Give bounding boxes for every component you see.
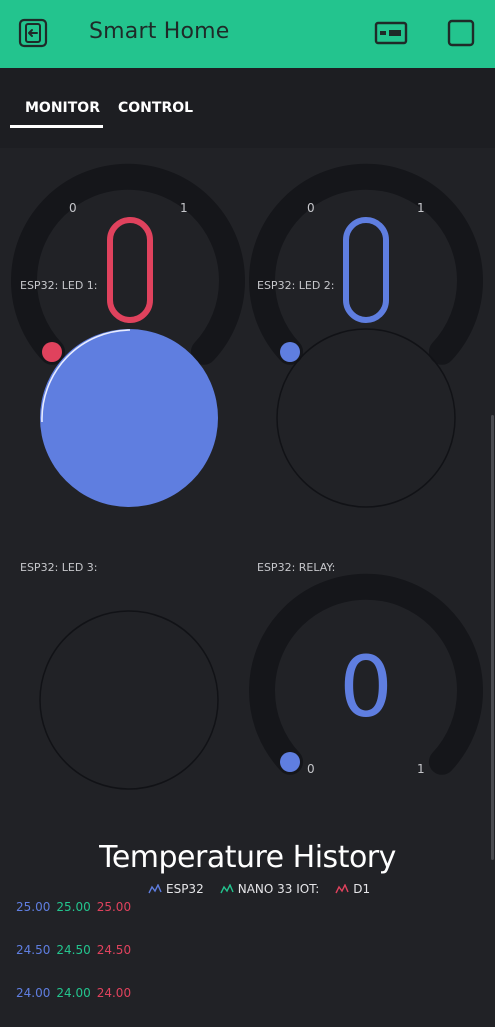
y-tick-nano: 24.50 xyxy=(56,943,91,957)
app-title: Smart Home xyxy=(89,19,230,44)
y-tick-nano: 25.00 xyxy=(56,900,91,914)
relay-value: 0 xyxy=(339,638,393,736)
y-tick-esp32: 25.00 xyxy=(16,900,51,914)
exit-icon[interactable] xyxy=(18,18,48,48)
y-tick-nano: 24.00 xyxy=(56,986,91,1000)
relay-max: 1 xyxy=(417,762,425,776)
chart-title: Temperature History xyxy=(99,840,396,875)
legend-esp32-label: ESP32 xyxy=(166,882,204,896)
relay-label: ESP32: RELAY: xyxy=(257,561,336,574)
y-tick-row: 24.50 24.50 24.50 xyxy=(16,943,131,957)
y-tick-row: 25.00 25.00 25.00 xyxy=(16,900,131,914)
legend-nano[interactable]: NANO 33 IOT: xyxy=(220,882,320,896)
led2-indicator xyxy=(276,328,456,508)
relay-min: 0 xyxy=(307,762,315,776)
gauge-right-max: 1 xyxy=(417,201,425,215)
y-tick-row: 24.00 24.00 24.00 xyxy=(16,986,131,1000)
y-tick-d1: 24.50 xyxy=(96,943,132,957)
led3-label: ESP32: LED 3: xyxy=(20,561,98,574)
app-bar: Smart Home xyxy=(0,0,495,68)
led3-indicator xyxy=(39,610,219,790)
series-line-icon xyxy=(220,884,234,894)
series-line-icon xyxy=(148,884,162,894)
legend-esp32[interactable]: ESP32 xyxy=(148,882,204,896)
device-icon[interactable] xyxy=(374,20,408,46)
y-tick-d1: 24.00 xyxy=(96,986,132,1000)
square-icon[interactable] xyxy=(447,19,475,47)
gauge-left-max: 1 xyxy=(180,201,188,215)
tab-control[interactable]: CONTROL xyxy=(118,100,193,116)
scrollbar[interactable] xyxy=(491,415,494,860)
y-tick-d1: 25.00 xyxy=(96,900,132,914)
y-tick-esp32: 24.00 xyxy=(16,986,51,1000)
tab-bar: MONITOR CONTROL xyxy=(0,68,495,148)
series-line-icon xyxy=(335,884,349,894)
tab-monitor[interactable]: MONITOR xyxy=(25,100,100,116)
y-tick-esp32: 24.50 xyxy=(16,943,51,957)
gauge-left-min: 0 xyxy=(69,201,77,215)
legend-d1[interactable]: D1 xyxy=(335,882,370,896)
chart-legend: ESP32 NANO 33 IOT: D1 xyxy=(148,882,370,896)
active-tab-indicator xyxy=(10,125,103,128)
gauge-right-min: 0 xyxy=(307,201,315,215)
led2-label: ESP32: LED 2: xyxy=(257,279,335,292)
legend-nano-label: NANO 33 IOT: xyxy=(237,882,320,896)
legend-d1-label: D1 xyxy=(353,882,371,896)
led1-indicator xyxy=(40,329,218,507)
led1-label: ESP32: LED 1: xyxy=(20,279,98,292)
